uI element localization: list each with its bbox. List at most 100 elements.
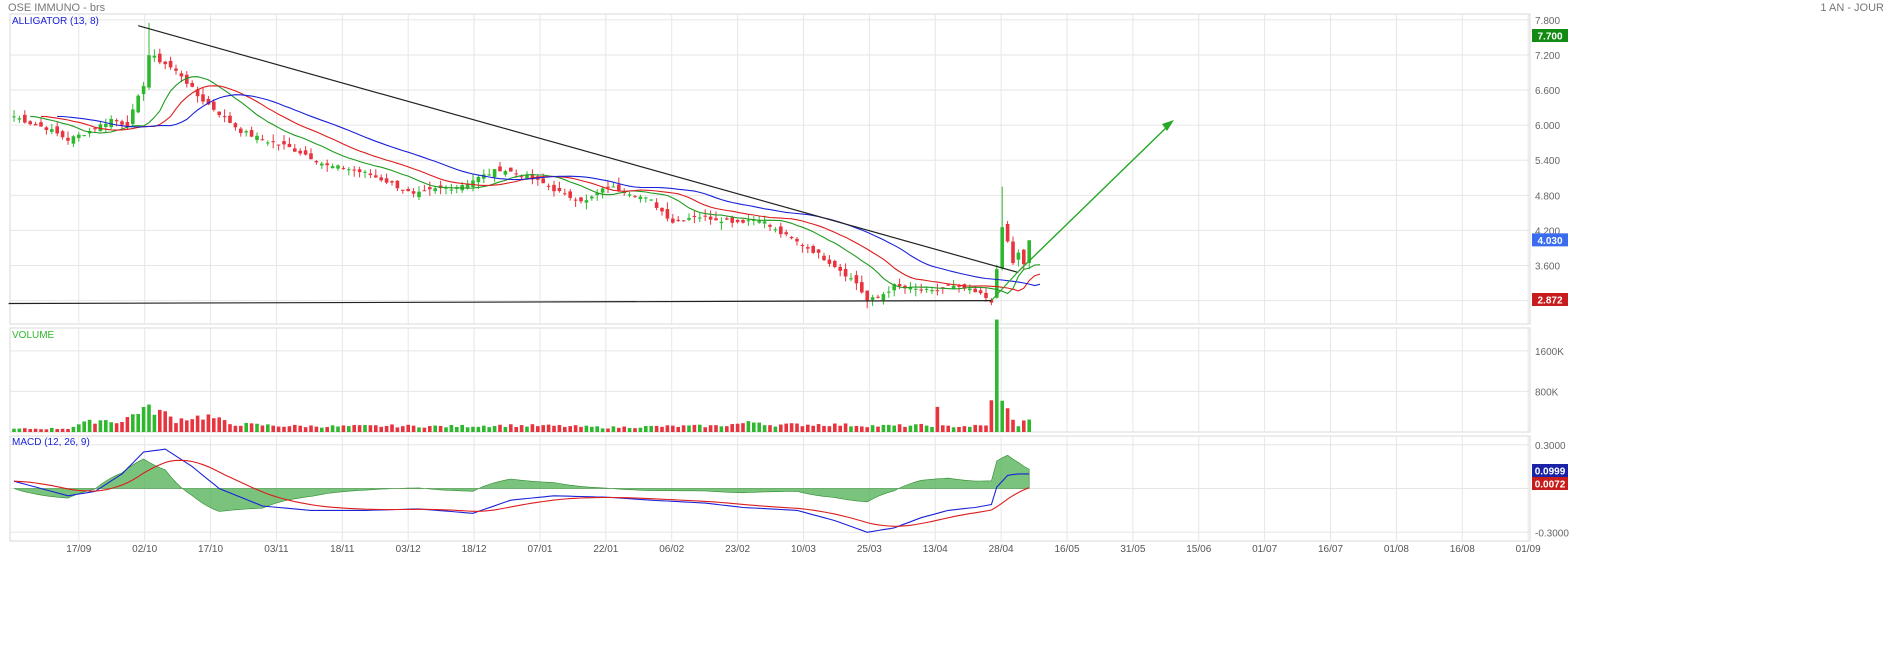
volume-bar [152,414,157,432]
volume-bar [957,426,961,432]
candle-body [514,173,518,175]
volume-bar [914,424,918,432]
candle-body [725,218,729,220]
candle-body [573,199,578,201]
candle-body [590,196,594,199]
volume-bar [795,423,799,432]
candle-body [741,219,745,223]
x-tick-label: 16/07 [1318,544,1343,555]
volume-bar [1011,419,1015,432]
candle-body [55,126,59,134]
volume-bar [816,424,821,432]
x-tick-label: 22/01 [593,544,618,555]
volume-bar [98,420,103,432]
volume-bar [190,419,194,432]
candle-body [33,123,38,126]
volume-bar [471,426,475,432]
volume-bar [881,424,886,432]
x-tick-label: 18/12 [462,544,487,555]
volume-bar [984,425,988,432]
candle-body [23,114,27,123]
volume-bar [519,425,524,432]
candle-body [806,247,810,249]
candle-body [779,226,783,235]
volume-bar [212,418,216,432]
volume-bar [654,425,659,432]
volume-bar [174,423,178,432]
candle-body [363,171,367,173]
candle-body [303,150,308,155]
volume-bar [849,426,853,432]
volume-bar [406,424,410,432]
x-tick-label: 16/05 [1054,544,1079,555]
candle-body [28,121,32,125]
volume-bar [109,422,113,432]
candle-body [579,197,583,202]
candle-body [552,184,556,192]
volume-bar [924,425,929,432]
volume-bar [368,425,373,432]
candle-body [897,284,902,287]
candle-body [1016,252,1021,260]
volume-bar [1022,420,1026,432]
volume-bar [341,425,346,432]
x-tick-label: 31/05 [1120,544,1145,555]
volume-bar [946,425,950,432]
candle-body [368,173,373,176]
candle-body [384,178,389,183]
candle-body [449,189,454,191]
candle-body [638,196,643,200]
x-tick-label: 18/11 [330,544,355,555]
candle-body [406,188,410,192]
volume-bar [1027,419,1031,432]
candle-body [476,176,481,183]
volume-bar [903,426,907,432]
candle-body [411,191,416,194]
volume-bar [168,416,173,432]
volume-bar [487,427,491,432]
period-label[interactable]: 1 AN - JOUR [1820,2,1884,14]
volume-bar [735,423,740,432]
candle-body [401,189,405,191]
volume-bar [438,425,443,432]
candle-body [714,218,718,221]
candle-body [833,260,837,267]
volume-bar [422,427,427,432]
volume-bar [93,423,97,432]
volume-bar [568,426,572,432]
candle-body [50,129,54,132]
candle-body [271,141,275,143]
candle-body [492,169,497,178]
volume-bar [600,428,605,432]
candle-body [325,163,329,166]
volume-bar [352,425,356,432]
volume-bar [206,414,211,432]
candle-body [870,297,875,300]
candle-body [82,135,86,137]
candle-body [212,101,216,110]
low-price-badge-text: 2.872 [1537,296,1562,307]
volume-bar [536,426,540,432]
volume-bar [244,422,248,432]
candle-body [390,181,394,183]
volume-bar [1005,408,1010,432]
candle-body [973,288,977,293]
volume-bar [428,426,432,432]
last-price-badge: 4.030 [1532,233,1568,247]
volume-bar [708,425,713,432]
volume-bar [703,427,707,432]
volume-bar [28,429,32,432]
volume-bar [60,428,65,432]
volume-panel-title: VOLUME [12,330,55,341]
volume-bar [746,421,751,432]
volume-bar [482,425,486,432]
candle-body [584,200,589,203]
volume-bar [968,426,972,432]
candle-body [843,268,848,277]
candle-body [109,119,113,128]
candle-body [174,68,178,71]
volume-bar [260,425,265,432]
volume-bar [811,425,815,432]
volume-bar [125,417,130,432]
candle-body [498,166,502,172]
